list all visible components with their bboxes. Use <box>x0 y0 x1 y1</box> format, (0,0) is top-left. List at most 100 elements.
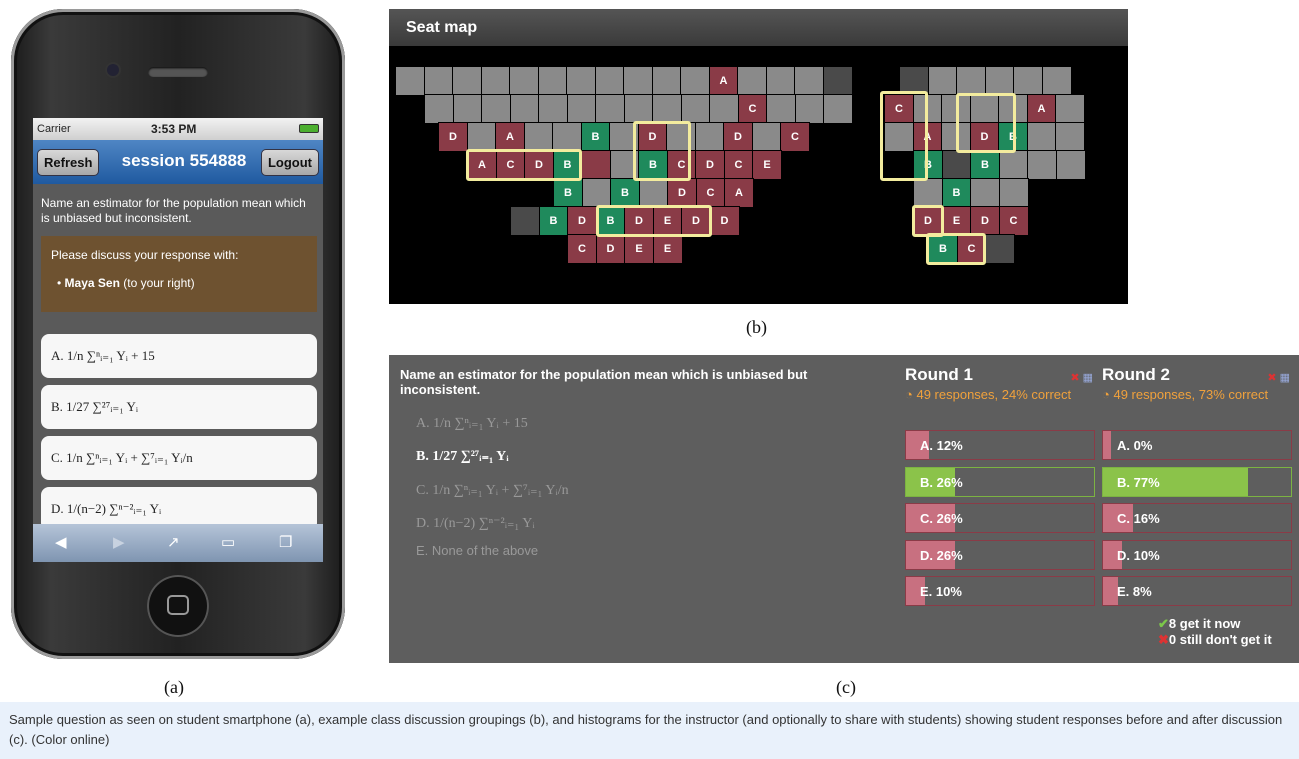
seat <box>424 94 454 124</box>
seat: D <box>695 150 725 180</box>
histogram-bar-label: C. 26% <box>920 511 963 526</box>
round-2-stat-text: 49 responses, 73% correct <box>1113 387 1269 402</box>
seat: C <box>737 94 768 124</box>
seat <box>466 122 497 152</box>
smartphone: Carrier 3:53 PM Refresh session 554888 L… <box>11 9 345 659</box>
still-dont-line: ✖0 still don't get it <box>1158 632 1272 648</box>
seat <box>737 66 767 96</box>
seat <box>998 178 1029 208</box>
histogram-bar-label: A. 0% <box>1117 438 1153 453</box>
seat <box>509 66 539 96</box>
seat <box>941 150 972 180</box>
seat <box>680 94 711 124</box>
seat: E <box>752 150 782 180</box>
seat <box>766 94 796 124</box>
phone-screen: Carrier 3:53 PM Refresh session 554888 L… <box>33 118 323 562</box>
seat-map-title: Seat map <box>406 19 478 36</box>
close-icon[interactable]: ✖ <box>1070 372 1079 384</box>
seat: E <box>941 206 972 236</box>
label-a: (a) <box>164 677 184 697</box>
seat <box>1026 122 1057 152</box>
discussion-title: Please discuss your response with: <box>51 248 239 262</box>
seat: D <box>438 122 468 152</box>
discussion-group-outline <box>466 149 582 181</box>
seat <box>581 178 612 208</box>
seat <box>1013 66 1043 96</box>
histogram-bar: C. 16% <box>1102 503 1292 533</box>
seat <box>751 122 782 152</box>
back-icon[interactable]: ◀ <box>55 533 67 551</box>
session-title: session 554888 <box>121 151 247 170</box>
tabs-icon[interactable]: ❐ <box>279 533 292 551</box>
get-it-now-line: ✔8 get it now <box>1158 616 1272 632</box>
seat <box>594 66 625 96</box>
seat <box>822 66 853 96</box>
discussion-group-outline <box>926 233 986 265</box>
seat-map-header: Seat map <box>389 9 1128 46</box>
answer-option-c[interactable]: C. 1/n ∑ⁿᵢ₌₁ Yᵢ + ∑⁷ᵢ₌₁ Yᵢ/n <box>41 436 317 480</box>
discussion-group-outline <box>880 91 928 181</box>
seat <box>1027 150 1057 180</box>
histogram-bar-label: A. 12% <box>920 438 963 453</box>
logout-button[interactable]: Logout <box>260 149 319 176</box>
seat: E <box>624 234 654 264</box>
battery-icon <box>299 124 319 133</box>
round-2-stat: ◔ 49 responses, 73% correct <box>1102 387 1292 403</box>
discussion-partner: • Maya Sen (to your right) <box>57 276 195 290</box>
label-c: (c) <box>836 677 856 697</box>
discussion-group-outline <box>633 121 691 181</box>
histogram-bar-label: C. 16% <box>1117 511 1160 526</box>
answer-option-a[interactable]: A. 1/n ∑ⁿᵢ₌₁ Yᵢ + 15 <box>41 334 317 378</box>
bookmarks-icon[interactable]: ▭ <box>221 533 235 551</box>
seat: A <box>724 178 754 208</box>
status-bar: Carrier 3:53 PM <box>33 118 323 140</box>
refresh-button[interactable]: Refresh <box>37 149 100 176</box>
home-icon <box>167 595 189 615</box>
partner-name: Maya Sen <box>64 276 120 290</box>
label-b: (b) <box>746 317 767 337</box>
seat <box>985 234 1015 264</box>
clock: 3:53 PM <box>151 122 197 136</box>
seat: D <box>723 122 753 152</box>
seat <box>794 94 825 124</box>
camera-icon <box>107 64 119 76</box>
seat: C <box>780 122 810 152</box>
seat <box>970 178 1000 208</box>
round-1-stat-text: 49 responses, 24% correct <box>916 387 1072 402</box>
seat <box>452 66 482 96</box>
seat: C <box>723 150 754 180</box>
seat <box>823 94 853 124</box>
still-dont-get-it: 0 still don't get it <box>1168 632 1272 647</box>
figure-caption: Sample question as seen on student smart… <box>9 712 1283 747</box>
seat: B <box>610 178 640 208</box>
seat <box>998 150 1029 180</box>
seat: C <box>695 178 726 208</box>
histogram-bar-label: E. 10% <box>920 584 962 599</box>
histogram-bar: A. 0% <box>1102 430 1292 460</box>
round-1-stat: ◔ 49 responses, 24% correct <box>905 387 1095 403</box>
histogram-option-e: E. None of the above <box>416 543 539 558</box>
answer-option-b[interactable]: B. 1/27 ∑²⁷ᵢ₌₁ Yᵢ <box>41 385 317 429</box>
share-icon[interactable]: ↗ <box>167 533 180 551</box>
seat <box>652 94 682 124</box>
forward-icon[interactable]: ▶ <box>113 533 125 551</box>
seat <box>395 66 425 96</box>
chart-icon[interactable]: ▦ <box>1083 372 1093 384</box>
chart-icon[interactable]: ▦ <box>1280 372 1290 384</box>
seat: B <box>941 178 972 208</box>
question-text: Name an estimator for the population mea… <box>41 196 306 225</box>
browser-toolbar: ◀ ▶ ↗ ▭ ❐ <box>33 524 323 562</box>
round-1-tools: ✖ ▦ <box>1070 371 1093 384</box>
histogram-bar: E. 8% <box>1102 576 1292 606</box>
histogram-bar-label: B. 77% <box>1117 474 1160 490</box>
close-icon[interactable]: ✖ <box>1267 372 1276 384</box>
seat: B <box>538 206 569 236</box>
seat <box>709 94 739 124</box>
seat <box>1055 150 1086 180</box>
home-button[interactable] <box>147 575 209 637</box>
seat <box>1055 94 1085 124</box>
seat <box>984 66 1015 96</box>
seat <box>694 122 725 152</box>
seat <box>510 206 540 236</box>
seat: D <box>595 234 626 264</box>
